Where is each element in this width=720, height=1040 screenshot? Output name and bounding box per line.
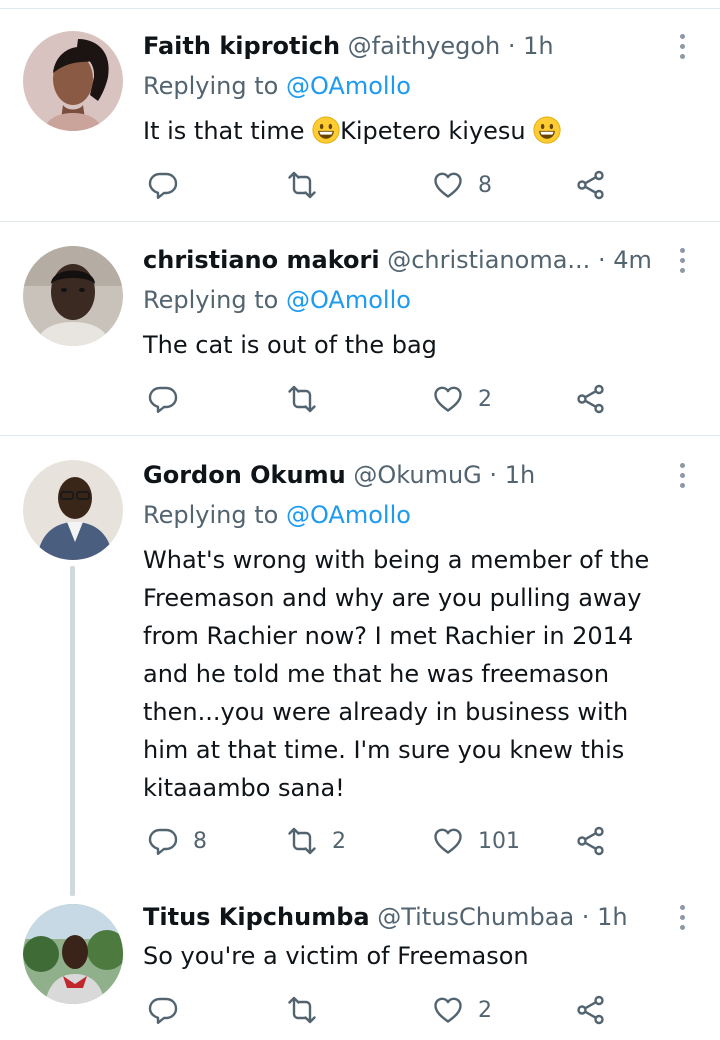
reply-button[interactable]: 8: [147, 821, 207, 861]
heart-icon: [432, 825, 464, 857]
share-button[interactable]: [575, 379, 607, 419]
user-handle[interactable]: @OkumuG: [353, 461, 481, 489]
retweet-button[interactable]: [286, 990, 332, 1030]
tweet-text-part: Kipetero kiyesu: [340, 117, 534, 145]
replying-to: Replying to @OAmollo: [143, 498, 411, 532]
replying-to: Replying to @OAmollo: [143, 283, 411, 317]
reply-icon: [147, 383, 179, 415]
reply-count: 8: [193, 828, 207, 854]
reply-icon: [147, 994, 179, 1026]
user-handle[interactable]: @christianoma...: [387, 246, 590, 274]
display-name[interactable]: christiano makori: [143, 246, 380, 274]
retweet-button[interactable]: [286, 165, 332, 205]
avatar[interactable]: [23, 31, 123, 131]
display-name[interactable]: Titus Kipchumba: [143, 903, 370, 931]
reply-icon: [147, 169, 179, 201]
more-vertical-icon[interactable]: [672, 900, 692, 934]
share-icon: [575, 383, 607, 415]
tweet-text: So you're a victim of Freemason: [143, 942, 529, 970]
retweet-button[interactable]: 2: [286, 821, 346, 861]
tweet-titus[interactable]: Titus Kipchumba @TitusChumbaa · 1h So yo…: [0, 880, 720, 1040]
like-button[interactable]: 101: [432, 821, 520, 861]
more-vertical-icon[interactable]: [672, 458, 692, 492]
action-bar: 8: [143, 165, 623, 205]
separator-dot: ·: [597, 246, 606, 274]
tweet-text-line: him at that time. I'm sure you knew this: [143, 736, 625, 764]
avatar[interactable]: [23, 246, 123, 346]
like-count: 8: [478, 172, 492, 198]
like-count: 2: [478, 386, 492, 412]
mention-link[interactable]: @OAmollo: [286, 286, 411, 314]
action-bar: 8 2 101: [143, 821, 623, 861]
retweet-count: 2: [332, 828, 346, 854]
separator-dot: ·: [581, 903, 590, 931]
action-bar: 2: [143, 379, 623, 419]
like-button[interactable]: 2: [432, 990, 492, 1030]
tweet-christiano[interactable]: christiano makori @christianoma... · 4m …: [0, 222, 720, 435]
timestamp[interactable]: 4m: [613, 246, 652, 274]
tweet-text-line: from Rachier now? I met Rachier in 2014: [143, 622, 634, 650]
share-button[interactable]: [575, 821, 607, 861]
tweet-text: What's wrong with being a member of the …: [143, 541, 683, 807]
heart-icon: [432, 383, 464, 415]
replying-to-label: Replying to: [143, 501, 279, 529]
mention-link[interactable]: @OAmollo: [286, 72, 411, 100]
retweet-icon: [286, 169, 318, 201]
tweet-text-line: Freemason and why are you pulling away: [143, 584, 642, 612]
tweet-text-line: What's wrong with being a member of the: [143, 546, 650, 574]
separator-dot: ·: [489, 461, 498, 489]
tweet-faith[interactable]: Faith kiprotich @faithyegoh · 1h Replyin…: [0, 9, 720, 221]
share-icon: [575, 825, 607, 857]
avatar[interactable]: [23, 904, 123, 1004]
tweet-text-line: then...you were already in business with: [143, 698, 629, 726]
tweet-text-line: kitaaambo sana!: [143, 774, 345, 802]
user-handle[interactable]: @faithyegoh: [348, 32, 501, 60]
more-vertical-icon[interactable]: [672, 29, 692, 63]
share-icon: [575, 994, 607, 1026]
replying-to-label: Replying to: [143, 286, 279, 314]
replying-to: Replying to @OAmollo: [143, 69, 411, 103]
reply-button[interactable]: [147, 165, 193, 205]
share-button[interactable]: [575, 990, 607, 1030]
timestamp[interactable]: 1h: [597, 903, 627, 931]
share-button[interactable]: [575, 165, 607, 205]
timestamp[interactable]: 1h: [523, 32, 553, 60]
avatar[interactable]: [23, 460, 123, 560]
thread-connector: [70, 566, 75, 896]
heart-icon: [432, 994, 464, 1026]
mention-link[interactable]: @OAmollo: [286, 501, 411, 529]
retweet-button[interactable]: [286, 379, 332, 419]
like-button[interactable]: 2: [432, 379, 492, 419]
action-bar: 2: [143, 990, 623, 1030]
retweet-icon: [286, 994, 318, 1026]
like-count: 101: [478, 828, 520, 854]
tweet-gordon[interactable]: Gordon Okumu @OkumuG · 1h Replying to @O…: [0, 436, 720, 896]
display-name[interactable]: Gordon Okumu: [143, 461, 346, 489]
more-vertical-icon[interactable]: [672, 243, 692, 277]
like-button[interactable]: 8: [432, 165, 492, 205]
tweet-text: The cat is out of the bag: [143, 331, 437, 359]
replying-to-label: Replying to: [143, 72, 279, 100]
reply-icon: [147, 825, 179, 857]
grinning-face-emoji-icon: [312, 116, 340, 144]
tweet-text-part: It is that time: [143, 117, 313, 145]
timestamp[interactable]: 1h: [505, 461, 535, 489]
retweet-icon: [286, 825, 318, 857]
like-count: 2: [478, 997, 492, 1023]
share-icon: [575, 169, 607, 201]
heart-icon: [432, 169, 464, 201]
user-handle[interactable]: @TitusChumbaa: [377, 903, 574, 931]
display-name[interactable]: Faith kiprotich: [143, 32, 340, 60]
tweet-text-line: and he told me that he was freemason: [143, 660, 610, 688]
tweet-text: It is that time Kipetero kiyesu: [143, 112, 683, 150]
grinning-face-emoji-icon: [533, 116, 561, 144]
reply-button[interactable]: [147, 379, 193, 419]
separator-dot: ·: [507, 32, 516, 60]
reply-button[interactable]: [147, 990, 193, 1030]
retweet-icon: [286, 383, 318, 415]
